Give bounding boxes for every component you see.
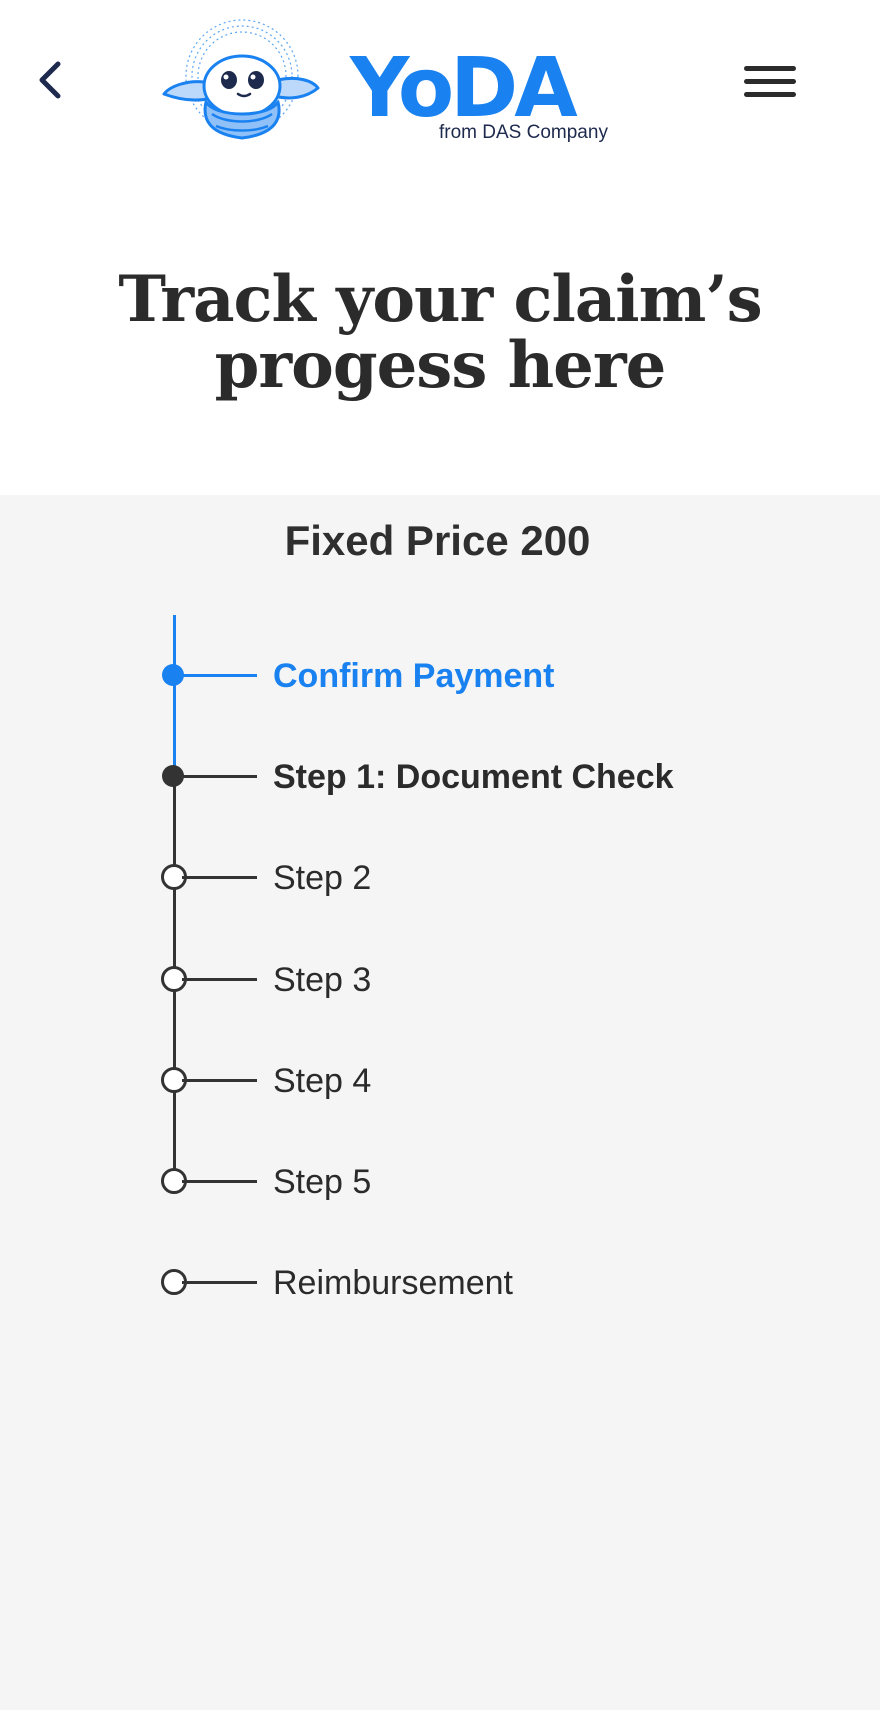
step-connector [182,1281,257,1284]
menu-button[interactable] [736,52,804,112]
step-connector [182,775,257,778]
step-connector [182,674,257,677]
step-label: Confirm Payment [273,657,555,695]
timeline-step-3: Step 3 [160,961,760,1001]
hero-section: Track your claim’s progess here [0,175,880,495]
step-connector [182,876,257,879]
timeline-step-document-check: Step 1: Document Check [160,758,760,798]
progress-timeline: Confirm Payment Step 1: Document Check S… [0,495,880,1710]
brand-logo[interactable]: YoDA from DAS Company [160,14,620,154]
hamburger-menu-icon [744,66,796,97]
step-label: Step 4 [273,1062,372,1100]
mascot-icon [162,19,320,140]
step-label: Step 3 [273,961,372,999]
app-header: YoDA from DAS Company [0,0,880,175]
timeline-step-5: Step 5 [160,1163,760,1203]
chevron-left-icon [39,61,61,99]
brand-tagline: from DAS Company [439,122,608,143]
brand-wordmark: YoDA [350,41,578,136]
timeline-step-confirm-payment: Confirm Payment [160,657,760,697]
timeline-step-reimbursement: Reimbursement [160,1264,760,1304]
page-footer-space [0,1710,880,1734]
step-label: Step 2 [273,859,372,897]
page-title: Track your claim’s progess here [118,262,762,403]
claim-progress-panel: Fixed Price 200 Confirm Payment Step 1: … [0,495,880,1710]
back-button[interactable] [22,52,78,108]
step-current-dot-icon [162,765,184,787]
step-label: Reimbursement [273,1264,513,1302]
step-connector [182,1180,257,1183]
step-label: Step 1: Document Check [273,758,674,796]
step-complete-dot-icon [162,664,184,686]
timeline-step-2: Step 2 [160,859,760,899]
timeline-step-4: Step 4 [160,1062,760,1102]
step-label: Step 5 [273,1163,372,1201]
step-connector [182,1079,257,1082]
step-connector [182,978,257,981]
